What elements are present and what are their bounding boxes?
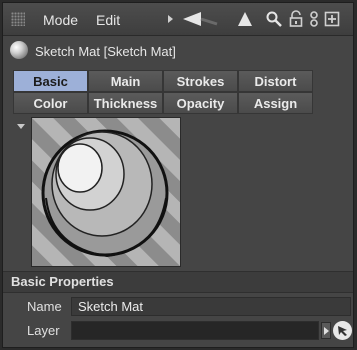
name-row: Name Sketch Mat [3,295,353,319]
add-icon[interactable] [324,10,340,28]
play-arrow-icon[interactable] [165,10,177,28]
tab-main[interactable]: Main [88,70,163,92]
material-preview[interactable] [31,117,181,267]
menu-mode[interactable]: Mode [43,12,78,28]
up-arrow-icon[interactable] [236,10,254,28]
grip-icon[interactable] [11,12,25,26]
menu-edit[interactable]: Edit [96,12,120,28]
layer-field[interactable] [71,321,319,340]
material-ball-icon [10,41,28,59]
tab-strokes[interactable]: Strokes [163,70,238,92]
name-label: Name [27,299,62,314]
material-title-row: Sketch Mat [Sketch Mat] [3,37,353,65]
tab-color[interactable]: Color [13,92,88,114]
layer-row: Layer [3,319,353,343]
section-header[interactable]: Basic Properties [3,271,353,293]
link-icon[interactable] [308,10,320,28]
tab-basic[interactable]: Basic [13,70,88,92]
material-title: Sketch Mat [Sketch Mat] [35,44,176,59]
toolbar: Mode Edit [3,3,353,36]
layer-label: Layer [27,323,60,338]
layer-menu-button[interactable] [321,322,331,339]
name-field[interactable]: Sketch Mat [71,297,351,316]
search-icon[interactable] [265,10,283,28]
attribute-manager-panel: Mode Edit Sketch Mat [Sketch Mat] Basic … [2,2,354,348]
tab-assign[interactable]: Assign [238,92,313,114]
preview-collapse-arrow-icon[interactable] [17,124,25,129]
lock-icon[interactable] [288,10,304,28]
tab-bar: Basic Main Strokes Distort Color Thickne… [13,70,313,114]
pick-object-icon[interactable] [333,321,352,340]
tab-distort[interactable]: Distort [238,70,313,92]
sketch-sphere-preview-image [32,118,180,266]
tab-opacity[interactable]: Opacity [163,92,238,114]
tab-thickness[interactable]: Thickness [88,92,163,114]
back-arrow-icon[interactable] [181,10,221,28]
section-title: Basic Properties [11,274,114,289]
